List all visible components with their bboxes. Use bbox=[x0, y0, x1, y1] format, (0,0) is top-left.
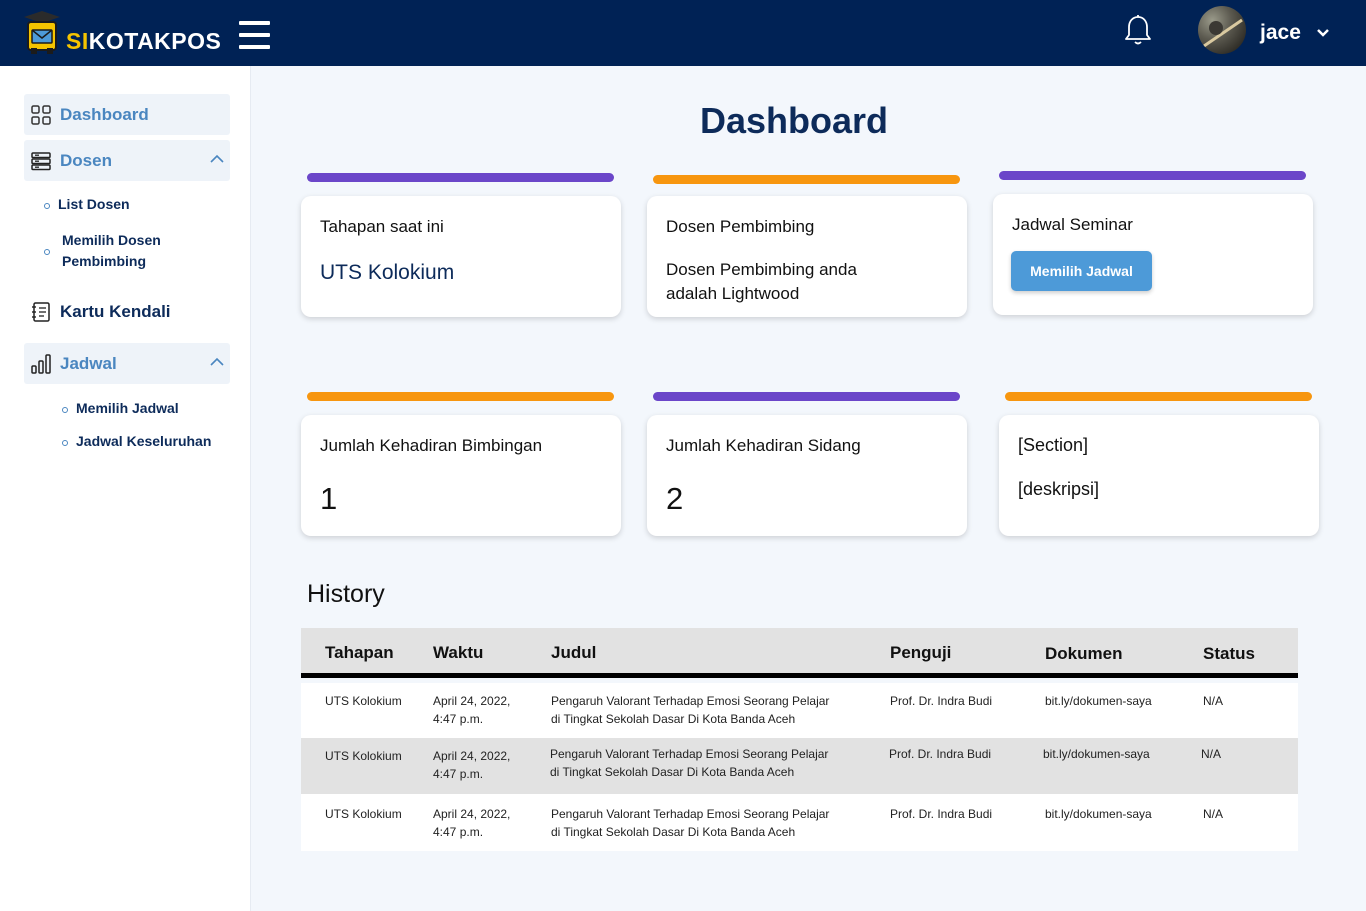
column-header-penguji[interactable]: Penguji bbox=[890, 643, 951, 663]
sidebar-item-dashboard[interactable]: Dashboard bbox=[24, 94, 230, 135]
card-value-line1: Dosen Pembimbing anda bbox=[666, 260, 857, 279]
table-row[interactable]: UTS Kolokium April 24, 2022, 4:47 p.m. P… bbox=[301, 738, 1298, 794]
cell-waktu: April 24, 2022, bbox=[433, 807, 511, 821]
page-title: Dashboard bbox=[700, 100, 889, 141]
card-title: [Section] bbox=[1018, 435, 1089, 455]
sidebar-item-label: Dosen bbox=[60, 151, 112, 170]
card-title: Jumlah Kehadiran Bimbingan bbox=[320, 436, 543, 455]
sidebar-item-kartu-kendali[interactable]: Kartu Kendali bbox=[24, 291, 230, 332]
bullet-icon bbox=[44, 249, 50, 255]
avatar[interactable] bbox=[1198, 6, 1246, 54]
column-header-status[interactable]: Status bbox=[1203, 644, 1255, 664]
column-header-judul[interactable]: Judul bbox=[551, 643, 596, 663]
cell-status: N/A bbox=[1203, 807, 1224, 821]
top-bar: SIKOTAKPOS jace bbox=[0, 0, 1366, 66]
cell-waktu: April 24, 2022, bbox=[433, 694, 511, 708]
card-accent-bar bbox=[307, 392, 614, 401]
cell-status: N/A bbox=[1201, 747, 1222, 761]
logo-icon bbox=[24, 11, 60, 54]
chevron-down-icon[interactable] bbox=[1316, 28, 1330, 38]
cell-judul: Pengaruh Valorant Terhadap Emosi Seorang… bbox=[550, 747, 829, 761]
card-kehadiran-sidang: Jumlah Kehadiran Sidang 2 bbox=[647, 415, 967, 536]
cell-dokumen-link[interactable]: bit.ly/dokumen-saya bbox=[1043, 745, 1150, 763]
grid-icon bbox=[31, 105, 51, 125]
user-name[interactable]: jace bbox=[1260, 21, 1301, 45]
sidebar-subitem-memilih-dosen[interactable]: Memilih Dosen bbox=[62, 230, 161, 251]
card-value: 1 bbox=[320, 481, 338, 516]
bullet-icon bbox=[62, 407, 68, 413]
sidebar-item-dosen[interactable]: Dosen bbox=[24, 140, 230, 181]
cell-judul-line2: di Tingkat Sekolah Dasar Di Kota Banda A… bbox=[550, 765, 795, 779]
cell-status: N/A bbox=[1203, 694, 1224, 708]
card-value: 2 bbox=[666, 481, 684, 516]
column-header-waktu[interactable]: Waktu bbox=[433, 643, 483, 663]
table-row[interactable]: UTS Kolokium April 24, 2022, 4:47 p.m. P… bbox=[301, 683, 1298, 738]
sidebar-subitem-memilih-dosen-line2[interactable]: Pembimbing bbox=[62, 251, 146, 272]
card-title: Dosen Pembimbing bbox=[666, 217, 815, 236]
bullet-icon bbox=[62, 440, 68, 446]
notification-bell-icon[interactable] bbox=[1124, 14, 1152, 46]
memilih-jadwal-button[interactable]: Memilih Jadwal bbox=[1011, 251, 1152, 291]
card-accent-bar bbox=[653, 392, 960, 401]
sidebar-subitem-list-dosen[interactable]: List Dosen bbox=[58, 194, 130, 215]
sidebar-subitem-jadwal-keseluruhan[interactable]: Jadwal Keseluruhan bbox=[76, 431, 211, 452]
cell-dokumen-link[interactable]: bit.ly/dokumen-saya bbox=[1045, 692, 1152, 710]
sidebar-item-jadwal[interactable]: Jadwal bbox=[24, 343, 230, 384]
cell-waktu: April 24, 2022, bbox=[433, 749, 511, 763]
sidebar-item-label: Jadwal bbox=[60, 354, 117, 373]
card-dosen-pembimbing: Dosen Pembimbing Dosen Pembimbing anda a… bbox=[647, 196, 967, 317]
bar-chart-icon bbox=[31, 354, 51, 374]
cell-judul: Pengaruh Valorant Terhadap Emosi Seorang… bbox=[551, 807, 830, 821]
cell-tahapan: UTS Kolokium bbox=[325, 807, 402, 821]
chevron-up-icon[interactable] bbox=[210, 357, 224, 367]
column-header-tahapan[interactable]: Tahapan bbox=[325, 643, 394, 663]
chevron-up-icon[interactable] bbox=[210, 154, 224, 164]
cell-waktu-line2: 4:47 p.m. bbox=[433, 767, 484, 781]
cell-dokumen-link[interactable]: bit.ly/dokumen-saya bbox=[1045, 805, 1152, 823]
cell-penguji: Prof. Dr. Indra Budi bbox=[890, 807, 993, 821]
menu-toggle-icon[interactable] bbox=[239, 21, 271, 49]
document-list-icon bbox=[32, 302, 50, 322]
column-header-dokumen[interactable]: Dokumen bbox=[1045, 644, 1122, 664]
card-accent-bar bbox=[999, 171, 1306, 180]
card-accent-bar bbox=[653, 175, 960, 184]
card-title: Jumlah Kehadiran Sidang bbox=[666, 436, 861, 455]
cell-penguji: Prof. Dr. Indra Budi bbox=[890, 694, 993, 708]
sidebar-subitem-memilih-jadwal[interactable]: Memilih Jadwal bbox=[76, 398, 179, 419]
card-jadwal-seminar: Jadwal Seminar Memilih Jadwal bbox=[993, 194, 1313, 315]
table-row[interactable]: UTS Kolokium April 24, 2022, 4:47 p.m. P… bbox=[301, 794, 1298, 851]
cell-judul: Pengaruh Valorant Terhadap Emosi Seorang… bbox=[551, 694, 830, 708]
card-value-line2: adalah Lightwood bbox=[666, 284, 800, 303]
cell-penguji: Prof. Dr. Indra Budi bbox=[889, 747, 992, 761]
cell-tahapan: UTS Kolokium bbox=[325, 694, 402, 708]
sidebar-item-label: Kartu Kendali bbox=[60, 302, 171, 321]
card-value: [deskripsi] bbox=[1018, 479, 1100, 499]
history-title: History bbox=[307, 580, 385, 608]
card-accent-bar bbox=[1005, 392, 1312, 401]
app-brand[interactable]: SIKOTAKPOS bbox=[66, 28, 221, 55]
cell-tahapan: UTS Kolokium bbox=[325, 749, 402, 763]
cell-waktu-line2: 4:47 p.m. bbox=[433, 712, 484, 726]
card-tahapan: Tahapan saat ini UTS Kolokium bbox=[301, 196, 621, 317]
card-value: UTS Kolokium bbox=[320, 261, 455, 284]
sidebar-item-label: Dashboard bbox=[60, 105, 149, 124]
cell-judul-line2: di Tingkat Sekolah Dasar Di Kota Banda A… bbox=[551, 825, 796, 839]
card-section: [Section] [deskripsi] bbox=[999, 415, 1319, 536]
card-title: Tahapan saat ini bbox=[320, 217, 444, 236]
table-header: Tahapan Waktu Judul Penguji Dokumen Stat… bbox=[301, 628, 1298, 678]
sidebar: Dashboard Dosen List Dosen Memilih Dosen… bbox=[0, 66, 251, 911]
bullet-icon bbox=[44, 203, 50, 209]
server-icon bbox=[31, 152, 51, 171]
card-accent-bar bbox=[307, 173, 614, 182]
card-kehadiran-bimbingan: Jumlah Kehadiran Bimbingan 1 bbox=[301, 415, 621, 536]
cell-judul-line2: di Tingkat Sekolah Dasar Di Kota Banda A… bbox=[551, 712, 796, 726]
cell-waktu-line2: 4:47 p.m. bbox=[433, 825, 484, 839]
card-title: Jadwal Seminar bbox=[1012, 215, 1133, 234]
